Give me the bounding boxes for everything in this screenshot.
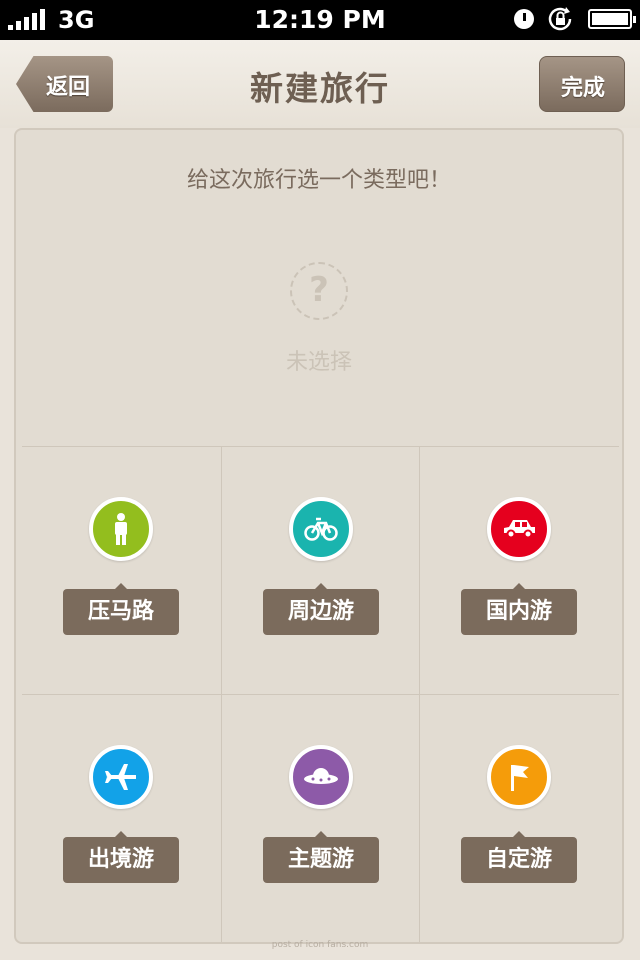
car-icon	[487, 497, 551, 561]
trip-type-option-abroad[interactable]: 出境游	[22, 694, 221, 942]
trip-type-option-walk[interactable]: 压马路	[22, 446, 221, 694]
prompt-text: 给这次旅行选一个类型吧！	[186, 168, 451, 193]
trip-type-option-custom[interactable]: 自定游	[420, 694, 619, 942]
trip-type-label: 自定游	[461, 831, 577, 883]
ufo-icon	[289, 745, 353, 809]
selection-status: 未选择	[285, 350, 352, 375]
trip-type-label: 周边游	[263, 583, 379, 635]
trip-type-label: 出境游	[63, 831, 179, 883]
trip-type-option-theme[interactable]: 主题游	[221, 694, 420, 942]
trip-type-label: 主题游	[263, 831, 379, 883]
rotation-lock-icon	[548, 7, 572, 31]
trip-type-grid: 压马路 周边游 国内游 出境游 主题游 自定游	[22, 446, 620, 942]
battery-icon	[588, 9, 636, 29]
done-button[interactable]: 完成	[539, 56, 625, 112]
navigation-bar: 返回 新建旅行 完成	[0, 40, 640, 128]
status-bar: 3G 12:19 PM	[0, 0, 640, 40]
trip-type-panel: 给这次旅行选一个类型吧！ ? 未选择 压马路 周边游 国内游 出境游 主题游 自…	[14, 128, 624, 944]
question-icon: ?	[290, 262, 348, 320]
flag-icon	[487, 745, 551, 809]
done-button-label: 完成	[560, 76, 605, 101]
trip-type-option-domestic[interactable]: 国内游	[420, 446, 619, 694]
trip-type-option-nearby[interactable]: 周边游	[221, 446, 420, 694]
trip-type-label: 国内游	[461, 583, 577, 635]
alarm-icon	[514, 9, 534, 29]
trip-type-label: 压马路	[63, 583, 179, 635]
bicycle-icon	[289, 497, 353, 561]
walking-person-icon	[89, 497, 153, 561]
watermark: post of icon fans.com	[271, 940, 369, 950]
airplane-icon	[89, 745, 153, 809]
